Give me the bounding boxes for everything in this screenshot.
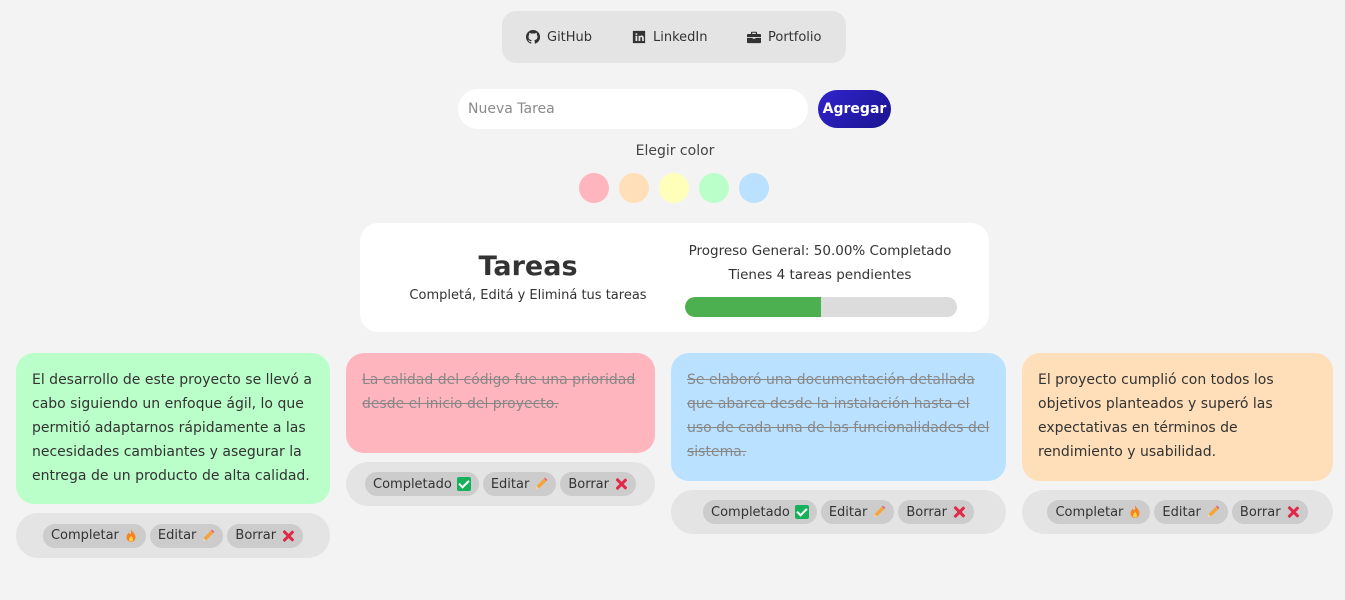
task-card: El proyecto cumplió con todos los objeti… xyxy=(1022,353,1333,481)
complete-button[interactable]: Completar xyxy=(1047,500,1151,524)
complete-label: Completar xyxy=(1055,504,1124,520)
add-task-button[interactable]: Agregar xyxy=(818,90,891,128)
delete-button[interactable]: Borrar xyxy=(1231,500,1308,524)
edit-button[interactable]: Editar xyxy=(1154,500,1228,524)
check-icon xyxy=(794,505,809,519)
task-card: La calidad del código fue una prioridad … xyxy=(346,353,655,453)
complete-label: Completar xyxy=(50,528,119,543)
color-swatch-blue[interactable] xyxy=(739,173,769,203)
cross-icon xyxy=(1286,505,1300,519)
task-actions: Completar Editar Borrar xyxy=(1022,490,1333,534)
github-label: GitHub xyxy=(547,29,593,45)
github-link[interactable]: GitHub xyxy=(526,11,592,63)
edit-label: Editar xyxy=(157,528,197,543)
task-actions: Completar Editar Borrar xyxy=(16,513,330,558)
delete-label: Borrar xyxy=(906,504,947,520)
cross-icon xyxy=(952,505,966,519)
complete-button[interactable]: Completar xyxy=(42,523,146,548)
edit-label: Editar xyxy=(490,476,530,492)
fire-icon xyxy=(124,529,138,543)
task-actions: Completado Editar Borrar xyxy=(671,490,1006,534)
task-actions: Completado Editar Borrar xyxy=(346,462,655,506)
color-picker-label: Elegir color xyxy=(635,143,715,159)
color-swatch-green[interactable] xyxy=(699,173,729,203)
cross-icon xyxy=(281,529,295,543)
progress-text: Progreso General: 50.00% Completado xyxy=(688,243,952,259)
delete-button[interactable]: Borrar xyxy=(898,500,974,524)
pencil-icon xyxy=(1206,505,1220,519)
progress-bar-fill xyxy=(685,297,821,317)
portfolio-link[interactable]: Portfolio xyxy=(747,11,821,63)
edit-button[interactable]: Editar xyxy=(149,523,224,548)
new-task-input[interactable] xyxy=(458,89,808,129)
briefcase-icon xyxy=(747,30,761,44)
completed-button[interactable]: Completado xyxy=(365,472,479,496)
delete-button[interactable]: Borrar xyxy=(227,523,304,548)
task-card: Se elaboró una documentación detallada q… xyxy=(671,353,1006,481)
linkedin-label: LinkedIn xyxy=(653,29,708,45)
page-title: Tareas xyxy=(478,251,578,282)
edit-button[interactable]: Editar xyxy=(482,472,557,496)
linkedin-icon xyxy=(632,30,646,44)
pencil-icon xyxy=(872,505,886,519)
task-text: El desarrollo de este proyecto se llevó … xyxy=(32,372,312,484)
pending-count-text: Tienes 4 tareas pendientes xyxy=(728,267,912,283)
delete-label: Borrar xyxy=(568,476,609,492)
task-text: El proyecto cumplió con todos los objeti… xyxy=(1038,372,1274,460)
portfolio-label: Portfolio xyxy=(768,29,822,45)
color-swatch-pink[interactable] xyxy=(579,173,609,203)
color-swatch-peach[interactable] xyxy=(619,173,649,203)
progress-bar xyxy=(685,297,957,317)
fire-icon xyxy=(1128,505,1142,519)
complete-label: Completado xyxy=(711,504,790,520)
linkedin-link[interactable]: LinkedIn xyxy=(632,11,707,63)
summary-card: Tareas Completá, Editá y Eliminá tus tar… xyxy=(360,223,989,332)
pencil-icon xyxy=(201,529,215,543)
edit-label: Editar xyxy=(828,504,868,520)
github-icon xyxy=(526,30,540,44)
delete-button[interactable]: Borrar xyxy=(560,472,636,496)
edit-button[interactable]: Editar xyxy=(820,500,895,524)
task-card: El desarrollo de este proyecto se llevó … xyxy=(16,353,330,504)
task-text: La calidad del código fue una prioridad … xyxy=(362,372,636,412)
check-icon xyxy=(456,477,471,491)
page-subtitle: Completá, Editá y Eliminá tus tareas xyxy=(409,288,647,303)
pencil-icon xyxy=(534,477,548,491)
task-text: Se elaboró una documentación detallada q… xyxy=(687,372,990,460)
social-nav: GitHub LinkedIn Portfolio xyxy=(502,11,846,63)
edit-label: Editar xyxy=(1162,504,1201,520)
color-swatch-yellow[interactable] xyxy=(659,173,689,203)
delete-label: Borrar xyxy=(1239,504,1281,520)
completed-button[interactable]: Completado xyxy=(703,500,817,524)
complete-label: Completado xyxy=(373,476,452,492)
cross-icon xyxy=(614,477,628,491)
delete-label: Borrar xyxy=(235,528,277,543)
